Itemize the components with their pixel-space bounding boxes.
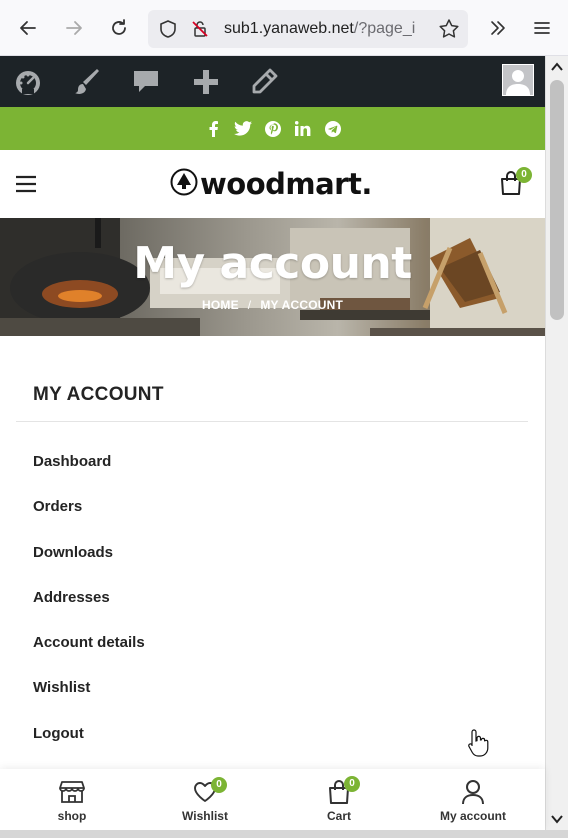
url-bar[interactable]: sub1.yanaweb.net/?page_i: [148, 10, 468, 48]
brush-icon[interactable]: [72, 66, 104, 98]
breadcrumb: HOME / MY ACCOUNT: [0, 298, 545, 312]
star-icon[interactable]: [438, 18, 460, 45]
page-scrollbar[interactable]: [545, 56, 568, 830]
url-path: /?page_i: [353, 20, 416, 37]
toolbar-wishlist-label: Wishlist: [182, 809, 228, 823]
mobile-bottom-toolbar: shop 0 Wishlist 0 Cart My account: [0, 769, 545, 830]
account-menu-downloads[interactable]: Downloads: [33, 544, 113, 561]
admin-bar: [0, 56, 545, 107]
site-header: woodmart. 0: [0, 150, 545, 218]
account-menu-account-details[interactable]: Account details: [33, 634, 145, 651]
account-section-title: MY ACCOUNT: [33, 384, 164, 405]
url-text: sub1.yanaweb.net/?page_i: [224, 20, 434, 38]
toolbar-shop[interactable]: shop: [4, 769, 140, 830]
account-menu-logout[interactable]: Logout: [33, 725, 84, 742]
toolbar-my-account[interactable]: My account: [405, 769, 541, 830]
facebook-icon[interactable]: [204, 120, 222, 138]
scroll-up-arrow-icon[interactable]: [550, 60, 564, 74]
account-menu-orders[interactable]: Orders: [33, 498, 82, 515]
cart-count-badge: 0: [516, 167, 532, 183]
twitter-icon[interactable]: [233, 120, 252, 138]
lock-off-icon[interactable]: [190, 19, 210, 44]
site-logo[interactable]: woodmart.: [170, 166, 372, 202]
telegram-icon[interactable]: [324, 120, 342, 138]
toolbar-shop-label: shop: [57, 809, 87, 823]
breadcrumb-separator: /: [247, 298, 252, 312]
account-menu-addresses[interactable]: Addresses: [33, 589, 110, 606]
avatar[interactable]: [502, 64, 534, 96]
hamburger-menu-icon[interactable]: [528, 14, 556, 42]
tree-icon: [170, 168, 198, 201]
url-domain: sub1.yanaweb.net: [224, 20, 354, 37]
shield-icon[interactable]: [158, 19, 178, 44]
plus-icon[interactable]: [190, 66, 222, 98]
page-title: My account: [133, 238, 412, 289]
linkedin-icon[interactable]: [294, 120, 312, 138]
window-bottom-edge: [0, 830, 568, 838]
account-menu-dashboard[interactable]: Dashboard: [33, 453, 111, 470]
divider: [16, 421, 528, 422]
reload-icon[interactable]: [105, 14, 133, 42]
comment-icon[interactable]: [130, 66, 162, 98]
social-bar: [0, 107, 545, 150]
hand-pointer-cursor-icon: [468, 728, 490, 758]
overflow-chevron-icon[interactable]: [484, 14, 512, 42]
wishlist-count-badge: 0: [211, 777, 227, 793]
breadcrumb-home[interactable]: HOME: [202, 298, 239, 312]
page-title-banner: My account HOME / MY ACCOUNT: [0, 218, 545, 336]
toolbar-wishlist[interactable]: 0 Wishlist: [137, 769, 273, 830]
breadcrumb-current: MY ACCOUNT: [260, 298, 344, 312]
store-icon: [59, 779, 85, 805]
scroll-thumb[interactable]: [550, 80, 564, 320]
toolbar-cart[interactable]: 0 Cart: [271, 769, 407, 830]
pinterest-icon[interactable]: [264, 120, 282, 138]
dashboard-icon[interactable]: [12, 66, 44, 98]
toolbar-my-account-label: My account: [439, 809, 506, 823]
browser-toolbar: sub1.yanaweb.net/?page_i: [0, 0, 568, 56]
scroll-down-arrow-icon[interactable]: [550, 812, 564, 826]
forward-arrow-icon[interactable]: [60, 14, 88, 42]
logo-text: woodmart.: [200, 167, 372, 201]
user-icon: [460, 779, 486, 805]
cart-count-badge: 0: [344, 776, 360, 792]
toolbar-cart-label: Cart: [326, 809, 351, 823]
pencil-icon[interactable]: [248, 66, 280, 98]
back-arrow-icon[interactable]: [14, 14, 42, 42]
account-menu-wishlist[interactable]: Wishlist: [33, 679, 90, 696]
hamburger-menu-icon[interactable]: [15, 175, 37, 198]
